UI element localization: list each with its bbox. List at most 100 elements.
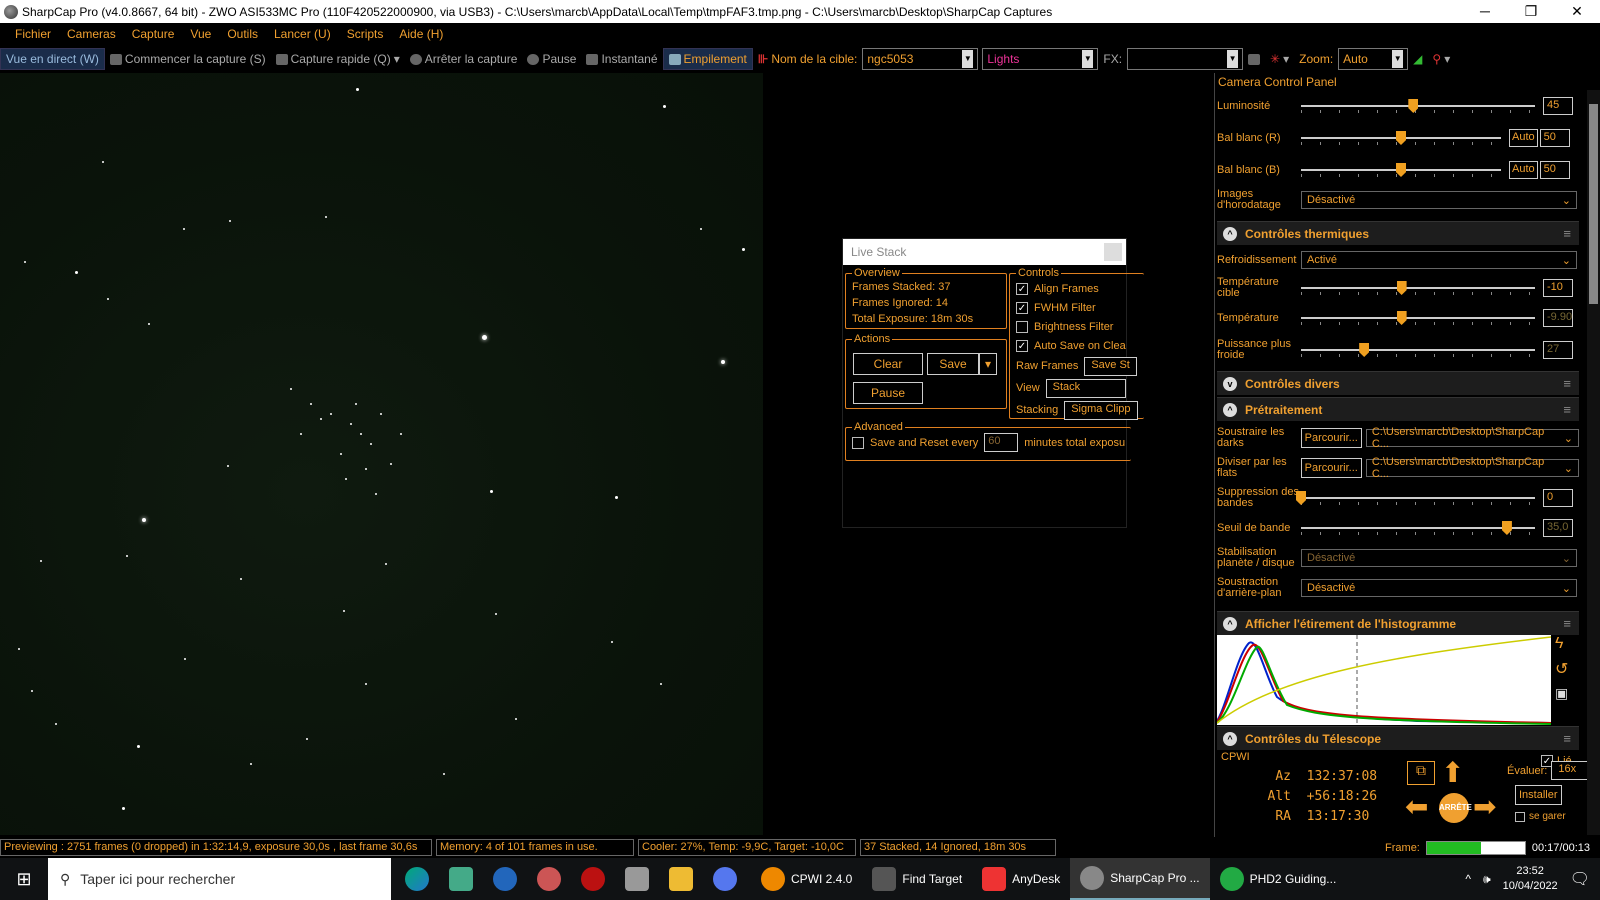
seuil-value[interactable]: 35,0: [1543, 519, 1573, 537]
minimize-button[interactable]: ─: [1462, 0, 1508, 23]
target-name-input[interactable]: ngc5053 ▼: [862, 48, 979, 70]
reticle-button[interactable]: [1243, 48, 1265, 70]
taskbar-anydesk[interactable]: AnyDesk: [972, 858, 1070, 900]
chevron-down-icon[interactable]: ▾: [394, 52, 400, 66]
snapshot-button[interactable]: Instantané: [581, 48, 662, 70]
zoom-select[interactable]: Auto ▼: [1338, 48, 1409, 70]
chevron-down-icon[interactable]: ▼: [1082, 50, 1094, 68]
refroid-select[interactable]: Activé ⌄: [1301, 251, 1577, 269]
taskbar-cpwi[interactable]: CPWI 2.4.0: [751, 858, 862, 900]
save-reset-minutes-input[interactable]: 60: [984, 433, 1019, 452]
thermal-section-header[interactable]: ^ Contrôles thermiques ≡: [1217, 221, 1579, 245]
menu-fichier[interactable]: Fichier: [0, 27, 59, 41]
chevron-down-icon[interactable]: ▾: [979, 353, 997, 375]
save-button[interactable]: Save: [927, 353, 979, 375]
bal-b-auto-button[interactable]: Auto: [1509, 161, 1538, 179]
stab-select[interactable]: Désactivé ⌄: [1301, 549, 1577, 567]
taskbar-find-target[interactable]: Find Target: [862, 858, 972, 900]
clock[interactable]: 23:52 10/04/2022: [1503, 864, 1558, 894]
menu-lancer[interactable]: Lancer (U): [266, 27, 339, 41]
maximize-button[interactable]: ❐: [1508, 0, 1554, 23]
arriere-select[interactable]: Désactivé ⌄: [1301, 579, 1577, 597]
bal-r-auto-button[interactable]: Auto: [1509, 129, 1538, 147]
park-checkbox[interactable]: se garer: [1515, 811, 1566, 822]
menu-icon[interactable]: ≡: [1563, 402, 1571, 417]
align-frames-checkbox[interactable]: ✓ Align Frames: [1016, 279, 1138, 298]
menu-icon[interactable]: ≡: [1563, 376, 1571, 391]
bal-b-slider[interactable]: [1301, 163, 1501, 177]
pretrait-section-header[interactable]: ^ Prétraitement ≡: [1217, 397, 1579, 421]
chevron-up-icon[interactable]: ^: [1465, 872, 1471, 886]
clear-button[interactable]: Clear: [853, 353, 923, 375]
luminosite-slider[interactable]: [1301, 99, 1535, 113]
menu-icon[interactable]: ≡: [1563, 226, 1571, 241]
chevron-down-icon[interactable]: ▾: [1444, 52, 1450, 66]
live-stack-header[interactable]: Live Stack: [843, 239, 1126, 265]
darks-path-select[interactable]: C:\Users\marcb\Desktop\SharpCap C... ⌄: [1365, 426, 1579, 450]
pause-button[interactable]: Pause: [522, 48, 581, 70]
flats-path-select[interactable]: C:\Users\marcb\Desktop\SharpCap C... ⌄: [1365, 456, 1579, 480]
taskbar-search[interactable]: ⚲ Taper ici pour rechercher: [48, 858, 391, 900]
discord-icon[interactable]: [713, 867, 737, 891]
menu-capture[interactable]: Capture: [124, 27, 183, 41]
color-button[interactable]: ✳ ▾: [1265, 48, 1294, 70]
auto-save-checkbox[interactable]: ✓ Auto Save on Clea: [1016, 336, 1138, 355]
scrollbar-thumb[interactable]: [1589, 104, 1598, 304]
fwhm-filter-checkbox[interactable]: ✓ FWHM Filter: [1016, 298, 1138, 317]
histo-section-header[interactable]: ^ Afficher l'étirement de l'histogramme ≡: [1217, 611, 1579, 635]
bal-r-slider[interactable]: [1301, 131, 1501, 145]
notification-icon[interactable]: 🗨: [1570, 869, 1590, 889]
chevron-down-icon[interactable]: ▼: [1227, 50, 1239, 68]
start-capture-button[interactable]: Commencer la capture (S): [105, 48, 271, 70]
lightning-icon[interactable]: ϟ: [1555, 635, 1575, 653]
telescope-section-header[interactable]: ^ Contrôles du Télescope ≡: [1217, 726, 1579, 750]
star-app-icon[interactable]: [625, 867, 649, 891]
menu-vue[interactable]: Vue: [182, 27, 219, 41]
bandes-slider[interactable]: [1296, 491, 1535, 505]
bal-b-value[interactable]: 50: [1539, 161, 1570, 179]
menu-scripts[interactable]: Scripts: [339, 27, 392, 41]
chevron-down-icon[interactable]: ▼: [962, 50, 974, 68]
installer-button[interactable]: Installer: [1515, 785, 1562, 805]
arrow-right-icon[interactable]: ➡: [1473, 793, 1496, 821]
start-button[interactable]: ⊞: [0, 858, 48, 900]
menu-aide[interactable]: Aide (H): [391, 27, 451, 41]
divers-section-header[interactable]: v Contrôles divers ≡: [1217, 371, 1579, 395]
speaker-icon[interactable]: 🕪: [1483, 872, 1491, 887]
live-view-button[interactable]: Vue en direct (W): [0, 48, 105, 70]
fx-select[interactable]: ▼: [1127, 48, 1244, 70]
close-icon[interactable]: [1104, 243, 1122, 261]
chevron-down-icon[interactable]: ▼: [1392, 50, 1404, 68]
taskbar-phd2[interactable]: PHD2 Guiding...: [1210, 858, 1347, 900]
temp-cible-slider[interactable]: [1301, 281, 1535, 295]
reset-icon[interactable]: ↺: [1555, 659, 1575, 679]
histogram-plot[interactable]: [1217, 635, 1551, 725]
stacking-select[interactable]: Sigma Clipp: [1064, 400, 1138, 420]
darks-browse-button[interactable]: Parcourir...: [1300, 428, 1362, 448]
raw-frames-button[interactable]: Save St: [1084, 356, 1137, 376]
quick-capture-button[interactable]: Capture rapide (Q) ▾: [271, 48, 405, 70]
histogram-button[interactable]: ◢: [1408, 48, 1427, 70]
stop-capture-button[interactable]: Arrêter la capture: [405, 48, 523, 70]
bandes-value[interactable]: 0: [1543, 489, 1573, 507]
arrow-left-icon[interactable]: ⬅: [1405, 793, 1428, 821]
pause-stack-button[interactable]: Pause: [853, 382, 923, 404]
temp-cible-value[interactable]: -10: [1543, 279, 1573, 297]
menu-cameras[interactable]: Cameras: [59, 27, 124, 41]
chevron-down-icon[interactable]: ▾: [1283, 52, 1289, 66]
edge-icon[interactable]: [405, 867, 429, 891]
menu-icon[interactable]: ≡: [1563, 616, 1571, 631]
frame-type-select[interactable]: Lights ▼: [982, 48, 1099, 70]
save-icon[interactable]: ▣: [1555, 685, 1575, 702]
luminosite-value[interactable]: 45: [1543, 97, 1573, 115]
flats-browse-button[interactable]: Parcourir...: [1300, 458, 1362, 478]
red-app-icon[interactable]: [581, 867, 605, 891]
brightness-filter-checkbox[interactable]: Brightness Filter: [1016, 317, 1138, 336]
stacking-button[interactable]: Empilement: [662, 48, 753, 70]
ccleaner-icon[interactable]: [493, 867, 517, 891]
menu-outils[interactable]: Outils: [219, 27, 266, 41]
save-reset-checkbox[interactable]: [852, 436, 864, 449]
taskbar-sharpcap[interactable]: SharpCap Pro ...: [1070, 858, 1210, 900]
goto-icon[interactable]: ⧉: [1407, 761, 1435, 785]
horodatage-select[interactable]: Désactivé ⌄: [1301, 191, 1577, 209]
